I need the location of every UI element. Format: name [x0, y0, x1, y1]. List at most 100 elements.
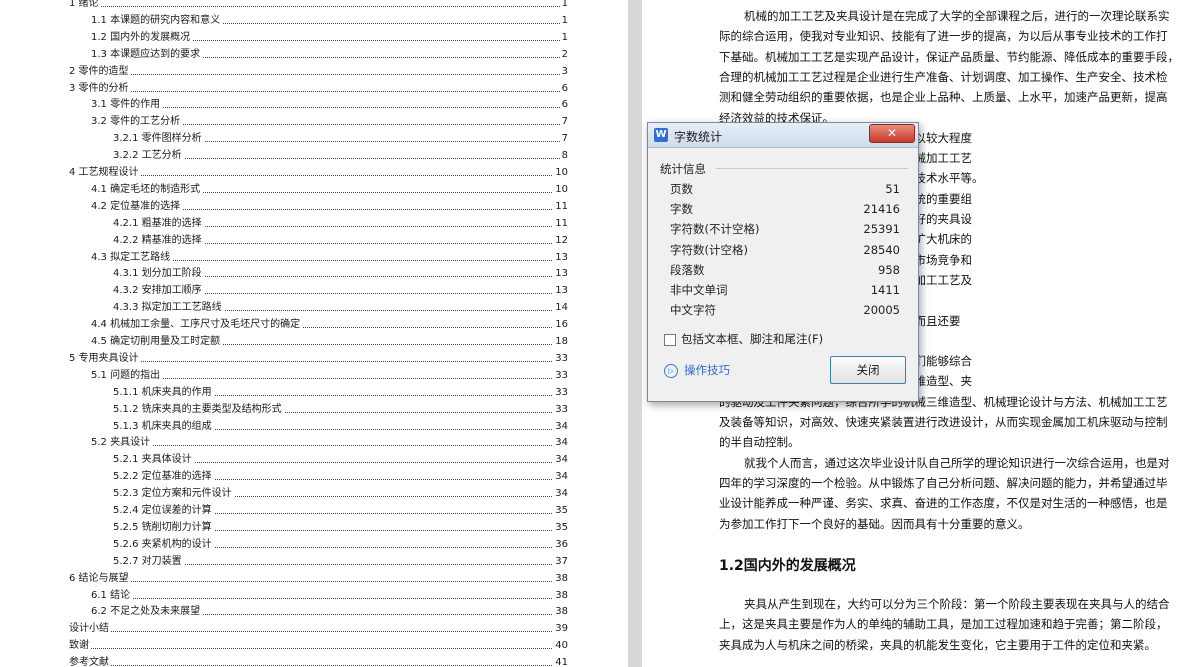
body-text-line: 下基础。机械加工工艺是实现产品设计，保证产品质量、节约能源、降低成本的重要手段， [719, 49, 1179, 64]
toc-entry[interactable]: 4.3.1 划分加工阶段 13 [113, 265, 568, 283]
stat-row: 非中文单词 1411 [670, 280, 900, 300]
toc-entry-title: 4.5 确定切削用量及工时定额 [91, 333, 223, 350]
stat-row: 中文字符 20005 [670, 300, 900, 320]
toc-entry-title: 5.2.4 定位误差的计算 [113, 502, 214, 519]
toc-entry[interactable]: 1.1 本课题的研究内容和意义 1 [91, 11, 568, 29]
dialog-title: 字数统计 [674, 130, 723, 144]
toc-entry[interactable]: 6.1 结论 38 [91, 586, 568, 604]
toc-entry[interactable]: 5.2.3 定位方案和元件设计 34 [113, 485, 568, 503]
close-icon[interactable]: ✕ [869, 124, 915, 143]
toc-entry[interactable]: 4.3.3 拟定加工工艺路线 14 [113, 299, 568, 317]
toc-entry[interactable]: 5.1.2 铣床夹具的主要类型及结构形式 33 [113, 400, 568, 418]
toc-entry[interactable]: 5.2.2 定位基准的选择 34 [113, 468, 568, 486]
toc-entry-title: 5.2.7 对刀装置 [113, 552, 184, 570]
toc-entry[interactable]: 4.3 拟定工艺路线 13 [91, 248, 568, 266]
include-textbox-label[interactable]: 包括文本框、脚注和尾注(F) [681, 331, 823, 347]
toc-entry-page: 34 [553, 468, 568, 486]
toc-entry[interactable]: 4.3.2 安排加工顺序 13 [113, 282, 568, 300]
toc-leader [91, 597, 568, 599]
toc-entry[interactable]: 1 绪论 1 [69, 0, 568, 12]
toc-entry[interactable]: 5.1.3 机床夹具的组成 34 [113, 417, 568, 435]
toc-entry-title: 4.1 确定毛坯的制造形式 [91, 180, 203, 198]
toc-entry-page: 34 [553, 417, 568, 435]
toc-leader [69, 175, 568, 176]
toc-entry-title: 4 工艺规程设计 [69, 164, 141, 181]
toc-entry[interactable]: 5.2.6 夹紧机构的设计 36 [113, 535, 568, 553]
toc-entry[interactable]: 5 专用夹具设计 33 [69, 349, 568, 367]
toc-entry-title: 1.1 本课题的研究内容和意义 [91, 11, 223, 29]
stat-value: 1411 [870, 283, 900, 297]
toc-entry-title: 4.3 拟定工艺路线 [91, 248, 173, 266]
section-divider [716, 168, 908, 169]
toc-entry-page: 18 [553, 333, 568, 350]
close-button[interactable]: 关闭 [830, 356, 906, 384]
toc-entry[interactable]: 4 工艺规程设计 10 [69, 164, 568, 181]
tips-link[interactable]: 操作技巧 [684, 362, 730, 378]
toc-entry[interactable]: 5.2.5 铣削切削力计算 35 [113, 518, 568, 536]
toc-entry-title: 1 绪论 [69, 0, 101, 12]
toc-entry-page: 1 [559, 11, 568, 29]
toc-entry[interactable]: 4.5 确定切削用量及工时定额 18 [91, 333, 568, 350]
toc-entry[interactable]: 3 零件的分析 6 [69, 79, 568, 97]
toc-entry[interactable]: 4.2 定位基准的选择 11 [91, 197, 568, 215]
toc-entry[interactable]: 4.2.1 粗基准的选择 11 [113, 214, 568, 232]
toc-entry-page: 6 [559, 96, 568, 114]
toc-entry-title: 4.3.3 拟定加工工艺路线 [113, 299, 224, 317]
toc-entry-title: 参考文献 [69, 654, 111, 667]
toc-entry[interactable]: 设计小结 39 [69, 620, 568, 638]
toc-entry[interactable]: 6 结论与展望 38 [69, 569, 568, 587]
toc-entry[interactable]: 5.1.1 机床夹具的作用 33 [113, 383, 568, 401]
toc-entry[interactable]: 2 零件的造型 3 [69, 62, 568, 80]
stat-value: 28540 [863, 242, 900, 257]
toc-entry[interactable]: 5.2.4 定位误差的计算 35 [113, 502, 568, 519]
toc-entry[interactable]: 5.1 问题的指出 33 [91, 366, 568, 384]
toc-entry-page: 6 [559, 79, 568, 97]
toc-entry-page: 10 [553, 180, 568, 198]
word-count-dialog: W 字数统计 ✕ 统计信息 页数 51 字数 21416 字符数(不计空格) 25391 字… [647, 122, 919, 402]
toc-entry-title: 5.1 问题的指出 [91, 366, 163, 384]
toc-entry[interactable]: 3.1 零件的作用 6 [91, 96, 568, 114]
toc-entry[interactable]: 4.2.2 精基准的选择 12 [113, 231, 568, 249]
toc-entry[interactable]: 3.2.2 工艺分析 8 [113, 147, 568, 165]
toc-entry-page: 13 [553, 248, 568, 266]
body-text-line: 机械的加工工艺及夹具设计是在完成了大学的全部课程之后，进行的一次理论联系实 [744, 9, 1170, 23]
toc-entry[interactable]: 1.2 国内外的发展概况 1 [91, 28, 568, 46]
toc-entry-title: 3.2.2 工艺分析 [113, 147, 184, 165]
toc-entry[interactable]: 5.2.1 夹具体设计 34 [113, 451, 568, 469]
play-icon[interactable]: ▷ [664, 364, 678, 378]
toc-entry-page: 35 [553, 518, 568, 536]
toc-entry-title: 3 零件的分析 [69, 79, 131, 97]
stat-row: 段落数 958 [670, 260, 900, 280]
toc-entry-page: 38 [553, 569, 568, 587]
body-text-line: 就我个人而言，通过这次毕业设计队自己所学的理论知识进行一次综合运用，也是对 [744, 455, 1170, 470]
toc-entry-title: 5 专用夹具设计 [69, 349, 141, 367]
toc-entry[interactable]: 6.2 不足之处及未来展望 38 [91, 603, 568, 621]
toc-entry[interactable]: 4.1 确定毛坯的制造形式 10 [91, 180, 568, 198]
toc-entry[interactable]: 1.3 本课题应达到的要求 2 [91, 45, 568, 63]
dialog-titlebar[interactable]: W 字数统计 ✕ [648, 123, 918, 148]
page-gap [628, 0, 642, 667]
toc-entry[interactable]: 5.2 夹具设计 34 [91, 434, 568, 452]
toc-entry-page: 7 [559, 113, 568, 131]
stat-row: 字符数(计空格) 28540 [670, 240, 900, 260]
toc-entry-page: 39 [553, 620, 568, 638]
toc-entry[interactable]: 3.2 零件的工艺分析 7 [91, 113, 568, 131]
toc-entry[interactable]: 5.2.7 对刀装置 37 [113, 552, 568, 570]
toc-leader [91, 377, 568, 379]
toc-page: 1 绪论 1 1.1 本课题的研究内容和意义 1 1.2 国内外的发展概况 1 1.3 本课… [0, 0, 628, 667]
toc-entry-title: 2 零件的造型 [69, 62, 131, 80]
toc-leader [69, 665, 568, 667]
toc-entry[interactable]: 参考文献 41 [69, 654, 568, 667]
stat-value: 20005 [863, 303, 900, 318]
body-text-line: 测和健全劳动组织的重要依据，也是企业上品种、上质量、上水平，加速产品更新，提高 [719, 90, 1168, 105]
toc-leader [69, 580, 568, 582]
include-textbox-checkbox[interactable] [664, 334, 676, 346]
toc-entry-page: 11 [553, 197, 568, 215]
toc-leader [69, 360, 568, 362]
toc-entry[interactable]: 致谢 40 [69, 637, 568, 655]
toc-entry-title: 5.1.3 机床夹具的组成 [113, 417, 214, 435]
toc-leader [69, 90, 568, 92]
toc-entry[interactable]: 3.2.1 零件图样分析 7 [113, 130, 568, 148]
toc-entry[interactable]: 4.4 机械加工余量、工序尺寸及毛坯尺寸的确定 16 [91, 316, 568, 334]
toc-entry-title: 5.2.3 定位方案和元件设计 [113, 485, 234, 503]
